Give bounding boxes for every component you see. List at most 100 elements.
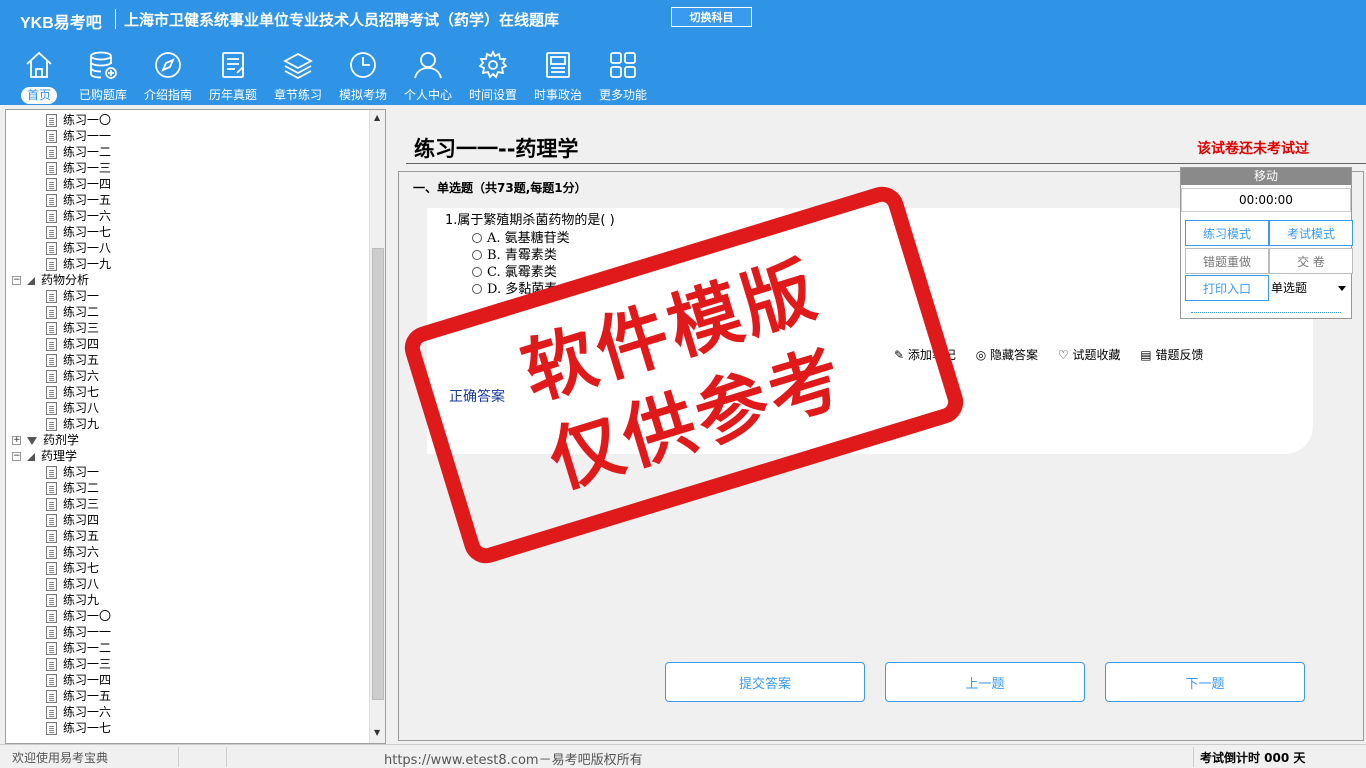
tree-item[interactable]: 练习四 xyxy=(46,336,99,352)
previous-question-button[interactable]: 上一题 xyxy=(885,662,1085,702)
tree-item[interactable]: 练习一七 xyxy=(46,720,111,736)
tree-item[interactable]: 练习三 xyxy=(46,320,99,336)
nav-item-mock-exam[interactable]: 模拟考场 xyxy=(332,45,394,105)
tree-item[interactable]: 练习一〇 xyxy=(46,112,111,128)
tree-label: 练习五 xyxy=(63,353,100,367)
news-icon xyxy=(546,52,570,78)
tree-item[interactable]: 练习九 xyxy=(46,592,99,608)
tree-item[interactable]: 练习六 xyxy=(46,544,99,560)
tree-folder[interactable]: − 药理学 xyxy=(12,448,77,464)
tree-item[interactable]: 练习一五 xyxy=(46,192,111,208)
tree-label: 练习一〇 xyxy=(63,113,112,127)
nav-item-profile[interactable]: 个人中心 xyxy=(397,45,459,105)
radio-icon[interactable] xyxy=(472,233,482,243)
tree-item[interactable]: 练习七 xyxy=(46,384,99,400)
tree-label: 练习一五 xyxy=(63,689,112,703)
radio-icon[interactable] xyxy=(472,284,482,294)
tree-item[interactable]: 练习一一 xyxy=(46,624,111,640)
tree-item[interactable]: 练习一八 xyxy=(46,240,111,256)
tree-item[interactable]: 练习一二 xyxy=(46,144,111,160)
add-note-tool[interactable]: ✎ 添加笔记 xyxy=(894,348,956,362)
tree-item[interactable]: 练习一 xyxy=(46,464,99,480)
document-icon xyxy=(46,530,57,543)
tree-item[interactable]: 练习八 xyxy=(46,400,99,416)
tree-item[interactable]: 练习一三 xyxy=(46,160,111,176)
tree-item[interactable]: 练习一六 xyxy=(46,208,111,224)
collapse-icon[interactable]: − xyxy=(12,452,21,461)
tree-label: 练习一七 xyxy=(63,225,112,239)
feedback-tool[interactable]: ▤ 错题反馈 xyxy=(1140,348,1203,362)
question-type-select[interactable]: 单选题 xyxy=(1269,275,1351,301)
tree-scroll-thumb[interactable] xyxy=(372,248,384,700)
chapter-tree-panel: 练习一〇 练习一一 练习一二 练习一三 练习一四 练习一五 练习一六 练习一七 练习一八 练习一九… xyxy=(5,109,386,744)
hide-answer-tool[interactable]: ◎ 隐藏答案 xyxy=(976,348,1038,362)
tree-item[interactable]: 练习二 xyxy=(46,480,99,496)
section-heading: 一、单选题（共73题,每题1分） xyxy=(413,181,587,195)
status-divider xyxy=(1193,747,1194,767)
exam-title: 练习一一--药理学 xyxy=(414,137,579,161)
tree-item[interactable]: 练习三 xyxy=(46,496,99,512)
exam-mode-button[interactable]: 考试模式 xyxy=(1269,220,1353,246)
expand-icon[interactable]: + xyxy=(12,436,21,445)
document-icon xyxy=(46,690,57,703)
scroll-up-icon[interactable]: ▲ xyxy=(374,113,380,122)
welcome-text: 欢迎使用易考宝典 xyxy=(12,751,109,765)
tree-label: 练习九 xyxy=(63,593,100,607)
tree-item[interactable]: 练习四 xyxy=(46,512,99,528)
tree-item[interactable]: 练习一四 xyxy=(46,176,111,192)
tree-item[interactable]: 练习一七 xyxy=(46,224,111,240)
tree-item[interactable]: 练习七 xyxy=(46,560,99,576)
option-d[interactable]: D. 多黏菌素 xyxy=(472,278,557,297)
redo-wrong-button[interactable]: 错题重做 xyxy=(1185,248,1269,274)
move-handle[interactable]: 移动 xyxy=(1181,168,1351,185)
tree-item[interactable]: 练习八 xyxy=(46,576,99,592)
tree-item[interactable]: 练习九 xyxy=(46,416,99,432)
favorite-tool[interactable]: ♡ 试题收藏 xyxy=(1058,348,1121,362)
status-bar: 欢迎使用易考宝典 https://www.etest8.com－易考吧版权所有 … xyxy=(0,744,1366,768)
document-icon xyxy=(46,242,57,255)
nav-item-chapter-practice[interactable]: 章节练习 xyxy=(267,45,329,105)
tree-item[interactable]: 练习一九 xyxy=(46,256,111,272)
nav-item-guide[interactable]: 介绍指南 xyxy=(137,45,199,105)
nav-item-purchased[interactable]: 已购题库 xyxy=(72,45,134,105)
radio-icon[interactable] xyxy=(472,267,482,277)
nav-item-current-affairs[interactable]: 时事政治 xyxy=(527,45,589,105)
pencil-icon: ✎ xyxy=(894,348,908,362)
document-icon xyxy=(46,402,57,415)
tree-item[interactable]: 练习一 xyxy=(46,288,99,304)
tree-item[interactable]: 练习一一 xyxy=(46,128,111,144)
user-icon xyxy=(414,52,442,79)
tree-scrollbar[interactable]: ▲ ▼ xyxy=(369,110,385,743)
exam-control-panel: 移动 00:00:00 练习模式 考试模式 错题重做 交 卷 打印入口 单选题 xyxy=(1180,167,1353,319)
tree-item[interactable]: 练习一四 xyxy=(46,672,111,688)
nav-item-more[interactable]: 更多功能 xyxy=(592,45,654,105)
tree-item[interactable]: 练习一六 xyxy=(46,704,111,720)
tree-item[interactable]: 练习一二 xyxy=(46,640,111,656)
tree-label: 练习一七 xyxy=(63,721,112,735)
tree-item[interactable]: 练习二 xyxy=(46,304,99,320)
next-question-button[interactable]: 下一题 xyxy=(1105,662,1305,702)
tree-item[interactable]: 练习一五 xyxy=(46,688,111,704)
tree-item[interactable]: 练习一三 xyxy=(46,656,111,672)
tree-label: 练习三 xyxy=(63,497,100,511)
tree-item[interactable]: 练习五 xyxy=(46,352,99,368)
nav-item-home[interactable]: 首页 xyxy=(8,45,70,105)
tree-folder[interactable]: − 药物分析 xyxy=(12,272,89,288)
brand-divider xyxy=(115,9,116,29)
tree-label: 练习一三 xyxy=(63,657,112,671)
scroll-down-icon[interactable]: ▼ xyxy=(374,728,380,737)
switch-subject-button[interactable]: 切换科目 xyxy=(671,7,752,27)
nav-label: 个人中心 xyxy=(403,88,452,102)
radio-icon[interactable] xyxy=(472,250,482,260)
print-entry-button[interactable]: 打印入口 xyxy=(1185,275,1269,301)
collapse-icon[interactable]: − xyxy=(12,276,21,285)
tree-item[interactable]: 练习六 xyxy=(46,368,99,384)
submit-answer-button[interactable]: 提交答案 xyxy=(665,662,865,702)
practice-mode-button[interactable]: 练习模式 xyxy=(1185,220,1269,246)
nav-item-time-settings[interactable]: 时间设置 xyxy=(462,45,524,105)
tree-item[interactable]: 练习五 xyxy=(46,528,99,544)
tree-folder[interactable]: + 药剂学 xyxy=(12,432,79,448)
hand-in-button[interactable]: 交 卷 xyxy=(1269,248,1353,274)
nav-item-past-papers[interactable]: 历年真题 xyxy=(202,45,264,105)
tree-item[interactable]: 练习一〇 xyxy=(46,608,111,624)
